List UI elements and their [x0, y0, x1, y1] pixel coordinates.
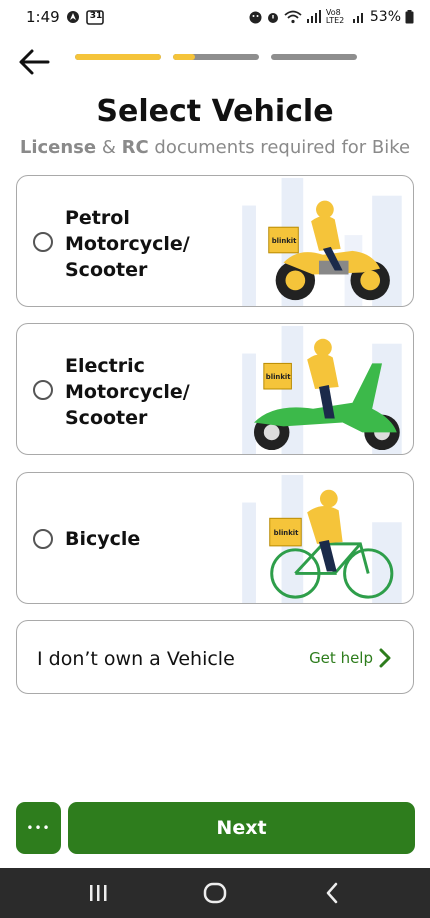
option-label-line: Motorcycle/: [65, 381, 190, 403]
brand-box-text: blinkit: [272, 237, 297, 245]
option-label-line: Petrol: [65, 207, 130, 229]
status-bar: 1:49 31 Vo8 LTE2 53%: [0, 0, 430, 34]
page-title: Select Vehicle: [96, 94, 334, 129]
system-nav-bar: [0, 868, 430, 918]
option-label-line: Bicycle: [65, 528, 141, 550]
status-right: Vo8 LTE2 53%: [249, 9, 414, 25]
battery-percent: 53%: [369, 9, 401, 25]
status-left: 1:49 31: [26, 8, 104, 26]
brand-box-text: blinkit: [274, 529, 299, 537]
option-label-line: Motorcycle/: [65, 233, 190, 255]
subtitle-license: License: [19, 137, 97, 158]
chevron-right-icon: [379, 648, 391, 668]
progress-step: [173, 54, 259, 60]
alarm-icon: [266, 10, 280, 24]
wifi-icon: [284, 10, 302, 24]
header: [0, 40, 430, 84]
radio-button[interactable]: [33, 232, 53, 252]
network-label: Vo8 LTE2: [325, 8, 345, 25]
option-label-line: Scooter: [65, 407, 148, 429]
option-label: Electric Motorcycle/ Scooter: [65, 353, 190, 431]
option-petrol-motorcycle[interactable]: Petrol Motorcycle/ Scooter blinkit: [16, 175, 414, 307]
arrow-left-icon: [19, 49, 50, 75]
subtitle-and: &: [96, 137, 122, 158]
recent-apps-button[interactable]: [73, 873, 123, 913]
navigation-icon: [66, 10, 80, 24]
calendar-day: 31: [89, 11, 103, 21]
option-electric-motorcycle[interactable]: Electric Motorcycle/ Scooter blinkit: [16, 323, 414, 455]
option-label: Bicycle: [65, 526, 140, 552]
signal-icon-2: [352, 10, 366, 24]
system-back-button[interactable]: [307, 873, 357, 913]
calendar-icon: 31: [85, 9, 104, 25]
option-bicycle[interactable]: Bicycle blinkit: [16, 472, 414, 604]
subtitle-rest: documents required for Bike: [148, 137, 411, 158]
back-icon: [326, 882, 337, 904]
progress-step: [271, 54, 357, 60]
more-options-button[interactable]: •••: [16, 802, 61, 854]
status-time: 1:49: [26, 8, 60, 26]
back-button[interactable]: [16, 44, 52, 80]
home-icon: [203, 882, 227, 904]
no-vehicle-option[interactable]: I don’t own a Vehicle Get help: [16, 620, 414, 694]
petrol-motorcycle-illustration: blinkit: [242, 177, 402, 306]
progress-steps: [75, 54, 357, 60]
bicycle-illustration: blinkit: [242, 474, 402, 603]
subtitle-rc: RC: [121, 137, 149, 158]
brand-box-text: blinkit: [266, 373, 291, 381]
radio-button[interactable]: [33, 380, 53, 400]
no-vehicle-label: I don’t own a Vehicle: [37, 648, 235, 670]
option-label: Petrol Motorcycle/ Scooter: [65, 205, 190, 283]
option-label-line: Electric: [65, 355, 145, 377]
page-subtitle: License & RC documents required for Bike: [0, 137, 430, 158]
smiley-icon: [249, 11, 262, 24]
get-help-link[interactable]: Get help: [309, 648, 391, 668]
progress-step: [75, 54, 161, 60]
get-help-label: Get help: [309, 649, 373, 667]
radio-button[interactable]: [33, 529, 53, 549]
battery-icon: [405, 10, 414, 24]
home-button[interactable]: [190, 873, 240, 913]
next-button[interactable]: Next: [68, 802, 415, 854]
recent-apps-icon: [90, 885, 107, 901]
signal-icon: [306, 10, 322, 24]
more-dots-icon: •••: [26, 821, 51, 835]
option-label-line: Scooter: [65, 259, 148, 281]
progress-step-fill: [75, 54, 161, 60]
progress-step-fill: [173, 54, 195, 60]
electric-scooter-illustration: blinkit: [242, 325, 402, 454]
